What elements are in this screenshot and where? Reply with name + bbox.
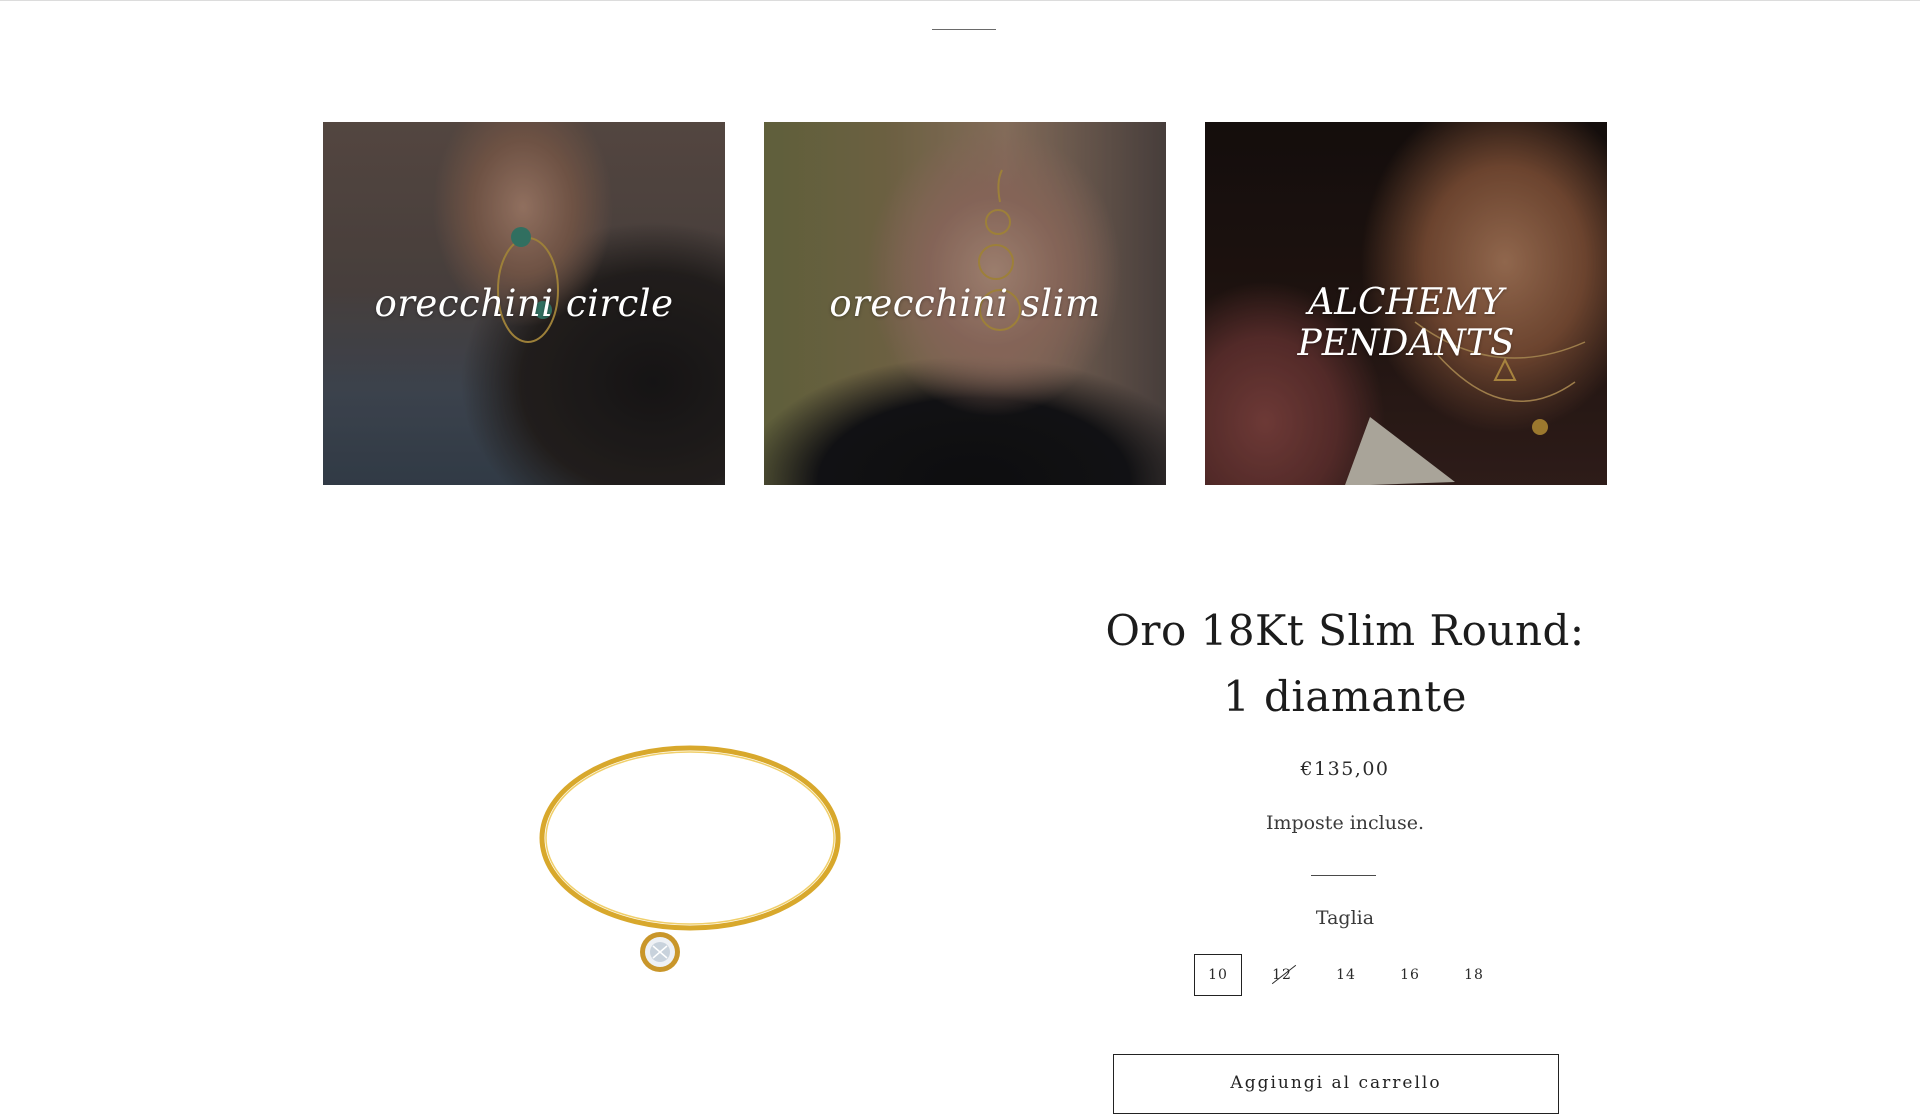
collection-title: orecchini slim xyxy=(829,282,1101,325)
section-divider xyxy=(932,29,996,30)
add-to-cart-button[interactable]: Aggiungi al carrello xyxy=(1113,1054,1559,1114)
collection-title: orecchini circle xyxy=(374,282,674,325)
size-option-label: 16 xyxy=(1400,967,1420,983)
size-option-10[interactable]: 10 xyxy=(1194,954,1242,996)
header-border xyxy=(0,0,1920,1)
product-title: Oro 18Kt Slim Round: 1 diamante xyxy=(1100,598,1590,730)
product-title-block: Oro 18Kt Slim Round: 1 diamante xyxy=(1100,598,1590,730)
size-option-18[interactable]: 18 xyxy=(1450,954,1498,996)
size-option-14[interactable]: 14 xyxy=(1322,954,1370,996)
size-option-label: 14 xyxy=(1336,967,1356,983)
size-option-label: 10 xyxy=(1208,967,1228,983)
size-selector: 10 12 14 16 18 xyxy=(1194,954,1514,996)
price-divider xyxy=(1311,875,1376,876)
product-title-line-1: Oro 18Kt Slim Round: xyxy=(1105,606,1585,655)
collection-card-alchemy-pendants[interactable]: ALCHEMY PENDANTS xyxy=(1205,122,1607,485)
size-option-12-unavailable[interactable]: 12 xyxy=(1258,954,1306,996)
collection-card-orecchini-slim[interactable]: orecchini slim xyxy=(764,122,1166,485)
tax-note: Imposte incluse. xyxy=(1265,812,1425,834)
collection-card-orecchini-circle[interactable]: orecchini circle xyxy=(323,122,725,485)
size-option-label: 18 xyxy=(1464,967,1484,983)
collection-title: ALCHEMY PENDANTS xyxy=(1297,282,1515,364)
product-price: €135,00 xyxy=(1300,758,1390,780)
ring-icon xyxy=(539,745,841,972)
size-option-16[interactable]: 16 xyxy=(1386,954,1434,996)
size-label: Taglia xyxy=(1315,907,1375,929)
product-title-line-2: 1 diamante xyxy=(1222,672,1468,721)
